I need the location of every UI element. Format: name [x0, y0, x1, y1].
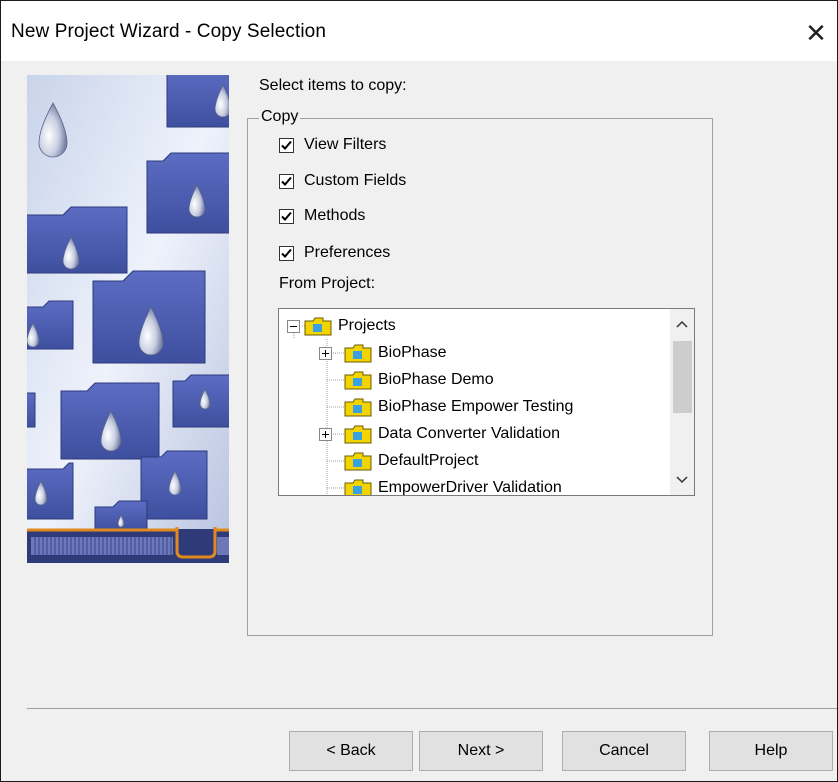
checkbox-custom-fields[interactable]: Custom Fields	[279, 172, 406, 190]
folder-icon	[344, 452, 372, 471]
tree-label: EmpowerDriver Validation	[378, 479, 562, 496]
select-items-prompt: Select items to copy:	[259, 77, 407, 94]
tree-item[interactable]: Data Converter Validation	[319, 421, 560, 447]
button-separator	[27, 708, 837, 709]
tree-label: BioPhase	[378, 344, 447, 361]
folders-illustration	[27, 75, 229, 563]
window-title: New Project Wizard - Copy Selection	[11, 21, 326, 42]
tree-item[interactable]: EmpowerDriver Validation	[344, 475, 562, 496]
next-button[interactable]: Next >	[419, 731, 543, 771]
checkbox-preferences[interactable]: Preferences	[279, 244, 390, 262]
tree-scrollbar[interactable]	[670, 309, 694, 495]
tree-item[interactable]: DefaultProject	[344, 448, 479, 474]
checkbox-box[interactable]	[279, 208, 294, 224]
checkbox-methods[interactable]: Methods	[279, 207, 365, 225]
checkbox-box[interactable]	[279, 173, 294, 189]
checkmark-icon	[281, 211, 292, 221]
checkbox-label: Custom Fields	[304, 172, 407, 189]
tree-item[interactable]: BioPhase Demo	[344, 367, 494, 393]
checkmark-icon	[281, 176, 292, 186]
checkbox-label: Preferences	[304, 244, 391, 261]
checkmark-icon	[281, 140, 292, 150]
folder-icon	[344, 398, 372, 417]
copy-group-label: Copy	[259, 108, 301, 126]
tree-root-projects[interactable]: Projects	[287, 313, 396, 339]
cancel-button[interactable]: Cancel	[562, 731, 686, 771]
checkbox-label: View Filters	[304, 136, 387, 153]
folder-icon	[344, 479, 372, 495]
title-bar: New Project Wizard - Copy Selection ✕	[1, 1, 837, 61]
scroll-up-icon[interactable]	[670, 315, 694, 335]
wizard-window: New Project Wizard - Copy Selection ✕ Se…	[0, 0, 838, 782]
folder-icon	[344, 344, 372, 363]
tree-item[interactable]: BioPhase	[319, 340, 447, 366]
help-button[interactable]: Help	[709, 731, 833, 771]
scroll-down-icon[interactable]	[670, 469, 694, 489]
checkbox-view-filters[interactable]: View Filters	[279, 136, 386, 154]
close-icon[interactable]: ✕	[795, 15, 837, 51]
expand-icon[interactable]	[319, 427, 332, 441]
tree-label: BioPhase Empower Testing	[378, 398, 574, 415]
folder-icon	[344, 371, 372, 390]
tree-label: Projects	[338, 317, 396, 334]
checkmark-icon	[281, 248, 292, 258]
tree-label: BioPhase Demo	[378, 371, 494, 388]
checkbox-box[interactable]	[279, 245, 294, 261]
tree-label: Data Converter Validation	[378, 425, 561, 442]
folder-icon	[304, 317, 332, 336]
back-button[interactable]: < Back	[289, 731, 413, 771]
collapse-icon[interactable]	[287, 319, 300, 333]
scroll-thumb[interactable]	[673, 341, 692, 413]
folder-icon	[344, 425, 372, 444]
checkbox-box[interactable]	[279, 137, 294, 153]
checkbox-label: Methods	[304, 207, 366, 224]
wizard-artwork	[27, 75, 229, 563]
project-tree[interactable]: Projects BioPhase BioPhase Demo BioPhase…	[278, 308, 695, 496]
from-project-label: From Project:	[279, 275, 376, 292]
expand-icon[interactable]	[319, 346, 332, 360]
tree-item[interactable]: BioPhase Empower Testing	[344, 394, 573, 420]
tree-label: DefaultProject	[378, 452, 479, 469]
